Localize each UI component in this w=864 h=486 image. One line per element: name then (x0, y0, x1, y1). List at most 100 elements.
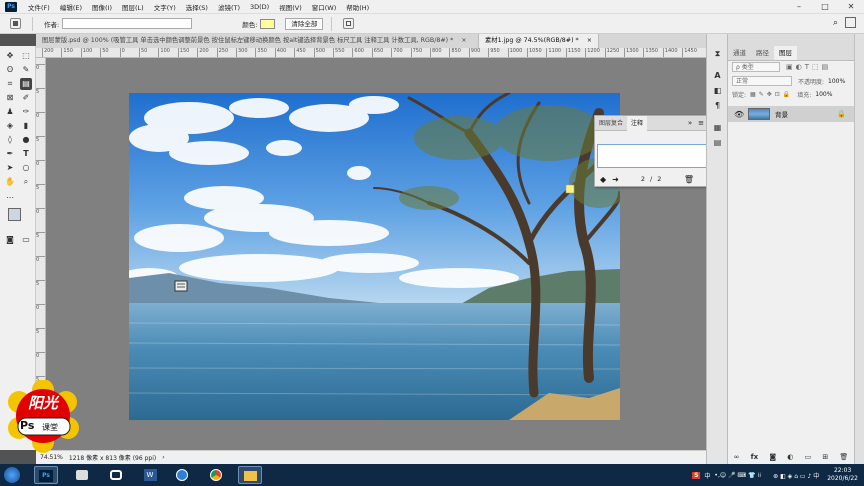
tab-notes[interactable]: 注释 (627, 115, 648, 131)
zoom-tool-icon[interactable]: ⌕ (20, 176, 32, 188)
start-button-icon[interactable] (4, 467, 20, 483)
search-icon[interactable]: ⌕ (833, 18, 838, 28)
taskbar-explorer-icon[interactable] (238, 466, 262, 484)
new-layer-icon[interactable]: ⊞ (822, 453, 828, 461)
menu-image[interactable]: 图像(I) (87, 2, 117, 12)
note-tool-preset-icon[interactable] (10, 18, 21, 29)
ellipse-tool-icon[interactable]: ○ (20, 162, 32, 174)
minimize-icon[interactable]: – (786, 0, 812, 14)
tray-app-icons[interactable]: ⊛ ◧ ◈ ⌂ ▭ ♪ 中 (773, 471, 819, 480)
fill-value[interactable]: 100% (815, 91, 832, 98)
type-tool-icon[interactable]: T (20, 148, 32, 160)
path-select-tool-icon[interactable]: ➤ (4, 162, 16, 174)
character-panel-icon[interactable]: A (712, 70, 723, 81)
sogou-ime-icon[interactable]: S (692, 471, 701, 479)
taskbar-chrome-icon[interactable] (204, 466, 228, 484)
lasso-tool-icon[interactable]: ʘ (4, 64, 16, 76)
menu-filter[interactable]: 滤镜(T) (213, 2, 245, 12)
taskbar-video-icon[interactable] (104, 466, 128, 484)
tab-layer-comps[interactable]: 图层复合 (595, 116, 627, 131)
note-tool-icon[interactable]: ▤ (20, 78, 32, 90)
screen-mode-icon[interactable]: ▭ (20, 234, 32, 246)
taskbar-media-icon[interactable] (70, 466, 94, 484)
tab-close-icon[interactable]: × (587, 34, 592, 48)
eraser-tool-icon[interactable]: ◈ (4, 120, 16, 132)
taskbar-app-icon[interactable] (170, 466, 194, 484)
menu-window[interactable]: 窗口(W) (307, 2, 342, 12)
layers-panel-tabs: 通道 路径 图层 (728, 34, 854, 61)
properties-panel-icon[interactable]: ▦ (712, 122, 723, 133)
paragraph-panel-icon[interactable]: ¶ (712, 100, 723, 111)
taskbar-word-icon[interactable]: W (138, 466, 162, 484)
hand-tool-icon[interactable]: ✋ (4, 176, 16, 188)
maximize-icon[interactable]: □ (812, 0, 838, 14)
tab-sucai1-jpg[interactable]: 素材1.jpg @ 74.5%(RGB/8#) * × (479, 34, 599, 48)
frame-tool-icon[interactable]: ⊠ (4, 92, 16, 104)
notes-panel-toggle-icon[interactable] (343, 18, 355, 29)
note-color-swatch[interactable] (260, 18, 276, 29)
brush-tool-icon[interactable]: ✐ (20, 92, 32, 104)
dodge-tool-icon[interactable]: ● (20, 134, 32, 146)
delete-note-icon[interactable]: 🗑 (684, 175, 694, 184)
adjustment-layer-icon[interactable]: ◐ (787, 453, 793, 461)
quick-select-tool-icon[interactable]: ✎ (20, 64, 32, 76)
foreground-color-swatch[interactable] (8, 208, 21, 221)
blur-tool-icon[interactable]: ◊ (4, 134, 16, 146)
link-layers-icon[interactable]: ∞ (734, 453, 740, 461)
menu-help[interactable]: 帮助(H) (341, 2, 374, 12)
marquee-tool-icon[interactable]: ⬚ (20, 50, 32, 62)
tab-layers[interactable]: 图层 (774, 46, 797, 60)
quick-mask-icon[interactable]: ◙ (4, 234, 16, 246)
previous-note-icon[interactable]: ◆ (600, 175, 606, 184)
layer-row-background[interactable]: 👁 背景 🔒 (728, 106, 854, 122)
close-icon[interactable]: ✕ (838, 0, 864, 14)
menu-3d[interactable]: 3D(D) (245, 3, 274, 11)
lake-landscape-image[interactable] (129, 93, 620, 420)
menu-layer[interactable]: 图层(L) (117, 2, 149, 12)
history-brush-icon[interactable]: ✑ (20, 106, 32, 118)
collapse-icon[interactable]: » (688, 119, 692, 127)
tab-channels[interactable]: 通道 (728, 46, 751, 60)
menu-file[interactable]: 文件(F) (23, 2, 55, 12)
opacity-value[interactable]: 100% (828, 78, 845, 85)
more-tools-icon[interactable]: ⋯ (4, 192, 16, 204)
status-menu-arrow[interactable]: › (162, 454, 164, 461)
layer-filter-select[interactable]: ρ 类型 (732, 62, 780, 72)
filter-icons[interactable]: ▣◐T⬚▤ (786, 63, 831, 71)
lock-icons[interactable]: ▦✎✥⊡🔒 (750, 91, 793, 98)
menu-edit[interactable]: 编辑(E) (55, 2, 87, 12)
history-panel-icon[interactable]: ⧗ (712, 48, 723, 59)
tab-paths[interactable]: 路径 (751, 46, 774, 60)
pen-tool-icon[interactable]: ✒ (4, 148, 16, 160)
gradient-tool-icon[interactable]: ▮ (20, 120, 32, 132)
visibility-eye-icon[interactable]: 👁 (734, 110, 744, 119)
notes-panel-icon[interactable]: ▤ (712, 137, 723, 148)
add-mask-icon[interactable]: ◙ (769, 453, 776, 461)
layer-style-icon[interactable]: fx (751, 453, 759, 461)
panel-menu-icon[interactable]: ≡ (698, 119, 704, 127)
horizontal-ruler[interactable]: 200 150 100 50 0 50 100 150 200 250 300 350 400 450 50… (36, 48, 706, 58)
zoom-level[interactable]: 74.51% (40, 454, 63, 461)
tab-layer-mask-psd[interactable]: 图层蒙版.psd @ 100% (吸管工具 单击选中颜色调整前景色 按住鼠标左键… (36, 34, 479, 48)
tab-close-icon[interactable]: × (461, 34, 466, 48)
next-note-icon[interactable]: ➜ (612, 175, 619, 184)
menu-select[interactable]: 选择(S) (181, 2, 213, 12)
new-group-icon[interactable]: ▭ (805, 453, 812, 461)
stamp-tool-icon[interactable]: ♟ (4, 106, 16, 118)
author-input[interactable] (62, 18, 193, 29)
workspace-icon[interactable] (845, 17, 856, 28)
move-tool-icon[interactable]: ✥ (4, 50, 16, 62)
panel-scrollbar[interactable] (854, 34, 864, 464)
swatches-panel-icon[interactable]: ◧ (712, 85, 723, 96)
menu-view[interactable]: 视图(V) (274, 2, 307, 12)
ime-mode[interactable]: 中 (704, 471, 710, 480)
crop-tool-icon[interactable]: ⌗ (4, 78, 16, 90)
taskbar-photoshop-icon[interactable]: Ps (34, 466, 58, 484)
delete-layer-icon[interactable]: 🗑 (839, 453, 848, 461)
blend-mode-select[interactable]: 正常 (732, 76, 792, 86)
menu-type[interactable]: 文字(Y) (149, 2, 181, 12)
clear-all-button[interactable]: 清除全部 (285, 17, 324, 30)
tray-icons[interactable]: •,☺ 🎤 ⌨ 👕 ⁞⁞ (714, 472, 761, 479)
system-clock[interactable]: 22:03 2020/6/22 (827, 467, 858, 483)
note-text-area[interactable] (597, 144, 708, 168)
